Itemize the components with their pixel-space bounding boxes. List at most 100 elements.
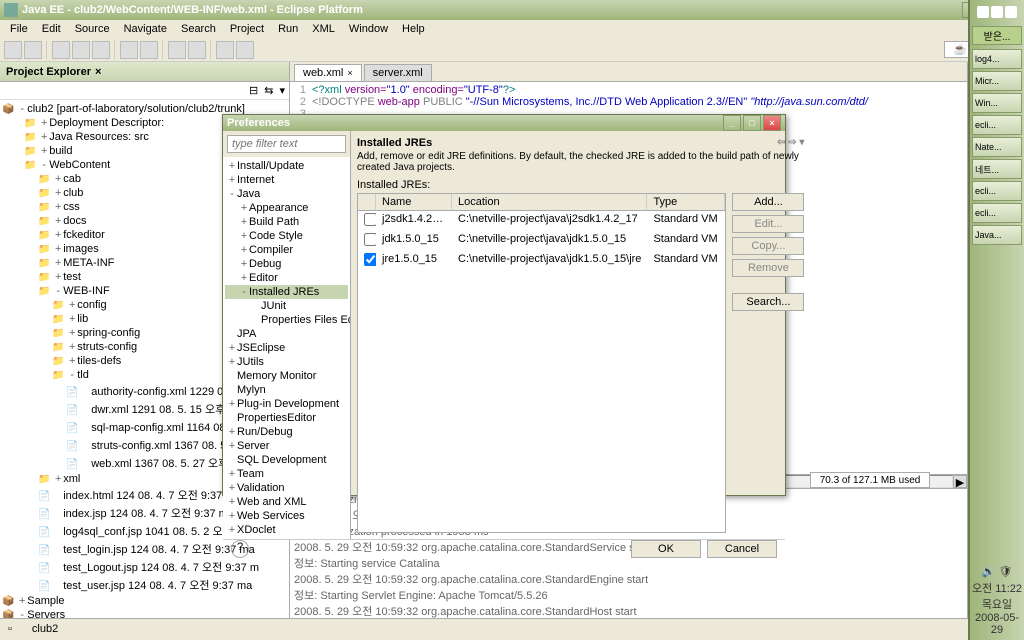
ok-button[interactable]: OK — [631, 540, 701, 558]
jre-checkbox[interactable] — [364, 213, 376, 226]
jre-table[interactable]: Name Location Type j2sdk1.4.2_17C:\netvi… — [357, 193, 726, 533]
pref-tree-item[interactable]: JPA — [225, 327, 348, 341]
tree-item[interactable]: test_user.jsp 124 08. 4. 7 오전 9:37 ma — [2, 576, 287, 594]
edit-button[interactable]: Edit... — [732, 215, 804, 233]
copy-button[interactable]: Copy... — [732, 237, 804, 255]
dialog-close-button[interactable]: × — [763, 115, 781, 131]
pref-tree-item[interactable]: +Web and XML — [225, 495, 348, 509]
pref-tree-item[interactable]: +JUtils — [225, 355, 348, 369]
scroll-right-icon[interactable]: ▶ — [953, 475, 967, 488]
link-editor-icon[interactable]: ⇆ — [264, 84, 273, 97]
tree-item[interactable]: -Servers — [2, 608, 287, 618]
cancel-button[interactable]: Cancel — [707, 540, 777, 558]
pref-tree-item[interactable]: +Plug-in Development — [225, 397, 348, 411]
toolbar-debug-button[interactable] — [52, 41, 70, 59]
col-name[interactable]: Name — [376, 194, 452, 210]
collapse-all-icon[interactable]: ⊟ — [249, 84, 258, 97]
preferences-nav-icons[interactable]: ⇦ ⇨ ▾ — [777, 137, 804, 149]
preferences-tree[interactable]: +Install/Update+Internet-Java+Appearance… — [223, 157, 350, 539]
taskbar-item[interactable]: Java... — [972, 225, 1022, 245]
taskbar-item[interactable]: ecli... — [972, 115, 1022, 135]
pref-tree-item[interactable]: +Web Services — [225, 509, 348, 523]
taskbar-quicklaunch[interactable] — [970, 0, 1024, 24]
system-tray[interactable]: 🔊 🛡 오전 11:22 목요일 2008-05-29 — [970, 561, 1024, 640]
status-bar: ▫ club2 — [0, 618, 1024, 638]
pref-tree-item[interactable]: -Java — [225, 187, 348, 201]
pref-tree-item[interactable]: +Debug — [225, 257, 348, 271]
menu-xml[interactable]: XML — [306, 22, 341, 36]
pref-tree-item[interactable]: +Code Style — [225, 229, 348, 243]
menu-source[interactable]: Source — [69, 22, 116, 36]
pref-tree-item[interactable]: +JSEclipse — [225, 341, 348, 355]
pref-tree-item[interactable]: Mylyn — [225, 383, 348, 397]
jre-checkbox[interactable] — [364, 233, 376, 246]
pref-tree-item[interactable]: +Compiler — [225, 243, 348, 257]
pref-tree-item[interactable]: +Internet — [225, 173, 348, 187]
help-icon[interactable]: ? — [231, 540, 249, 558]
menu-search[interactable]: Search — [175, 22, 222, 36]
pref-tree-item[interactable]: +XDoclet — [225, 523, 348, 537]
taskbar-item[interactable]: Win... — [972, 93, 1022, 113]
menu-run[interactable]: Run — [272, 22, 304, 36]
pref-tree-item[interactable]: +Team — [225, 467, 348, 481]
toolbar-annotation-button[interactable] — [188, 41, 206, 59]
search-button[interactable]: Search... — [732, 293, 804, 311]
pref-tree-item[interactable]: Memory Monitor — [225, 369, 348, 383]
toolbar-search-button[interactable] — [168, 41, 186, 59]
taskbar-item[interactable]: log4... — [972, 49, 1022, 69]
tree-item[interactable]: test_Logout.jsp 124 08. 4. 7 오전 9:37 m — [2, 558, 287, 576]
project-explorer-tab[interactable]: Project Explorer× — [0, 62, 289, 82]
taskbar-item[interactable]: ecli... — [972, 203, 1022, 223]
toolbar-new-button[interactable] — [4, 41, 22, 59]
pref-tree-item[interactable]: +Appearance — [225, 201, 348, 215]
taskbar-lang[interactable]: 받은... — [972, 26, 1022, 45]
pref-tree-item[interactable]: -Installed JREs — [225, 285, 348, 299]
pref-tree-item[interactable]: JUnit — [225, 299, 348, 313]
pref-tree-item[interactable]: +Build Path — [225, 215, 348, 229]
toolbar-new-package-button[interactable] — [120, 41, 138, 59]
pref-tree-item[interactable]: +Server — [225, 439, 348, 453]
pref-tree-item[interactable]: +Validation — [225, 481, 348, 495]
jre-row[interactable]: jre1.5.0_15C:\netville-project\java\jdk1… — [358, 251, 725, 271]
tree-item[interactable]: +Sample — [2, 594, 287, 608]
menu-window[interactable]: Window — [343, 22, 394, 36]
add-button[interactable]: Add... — [732, 193, 804, 211]
jre-row[interactable]: j2sdk1.4.2_17C:\netville-project\java\j2… — [358, 211, 725, 231]
editor-tab-web-xml[interactable]: web.xml× — [294, 64, 362, 81]
col-type[interactable]: Type — [647, 194, 725, 210]
remove-button[interactable]: Remove — [732, 259, 804, 277]
view-menu-icon[interactable]: ▾ — [279, 84, 285, 97]
pref-tree-item[interactable]: SQL Development — [225, 453, 348, 467]
toolbar-save-button[interactable] — [24, 41, 42, 59]
preferences-filter-input[interactable] — [227, 135, 346, 153]
editor-tab-bar: web.xml× server.xml — [290, 62, 967, 82]
menu-file[interactable]: File — [4, 22, 34, 36]
pref-tree-item[interactable]: +Install/Update — [225, 159, 348, 173]
menu-edit[interactable]: Edit — [36, 22, 67, 36]
pref-tree-item[interactable]: PropertiesEditor — [225, 411, 348, 425]
col-location[interactable]: Location — [452, 194, 647, 210]
pref-tree-item[interactable]: Properties Files Edit — [225, 313, 348, 327]
toolbar-back-button[interactable] — [216, 41, 234, 59]
jre-checkbox[interactable] — [364, 253, 376, 266]
jre-row[interactable]: jdk1.5.0_15C:\netville-project\java\jdk1… — [358, 231, 725, 251]
menu-project[interactable]: Project — [224, 22, 270, 36]
toolbar-run-button[interactable] — [72, 41, 90, 59]
taskbar-item[interactable]: 네트... — [972, 159, 1022, 179]
toolbar-external-tools-button[interactable] — [92, 41, 110, 59]
taskbar-item[interactable]: Micr... — [972, 71, 1022, 91]
dialog-titlebar: Preferences _ □ × — [223, 115, 785, 131]
close-icon[interactable]: × — [95, 66, 101, 78]
menu-help[interactable]: Help — [396, 22, 431, 36]
close-icon[interactable]: × — [347, 68, 352, 78]
taskbar-item[interactable]: ecli... — [972, 181, 1022, 201]
menu-navigate[interactable]: Navigate — [118, 22, 173, 36]
editor-tab-server-xml[interactable]: server.xml — [364, 64, 432, 81]
dialog-maximize-button[interactable]: □ — [743, 115, 761, 131]
dialog-minimize-button[interactable]: _ — [723, 115, 741, 131]
pref-tree-item[interactable]: +Run/Debug — [225, 425, 348, 439]
pref-tree-item[interactable]: +Editor — [225, 271, 348, 285]
toolbar-forward-button[interactable] — [236, 41, 254, 59]
taskbar-item[interactable]: Nate... — [972, 137, 1022, 157]
toolbar-new-class-button[interactable] — [140, 41, 158, 59]
